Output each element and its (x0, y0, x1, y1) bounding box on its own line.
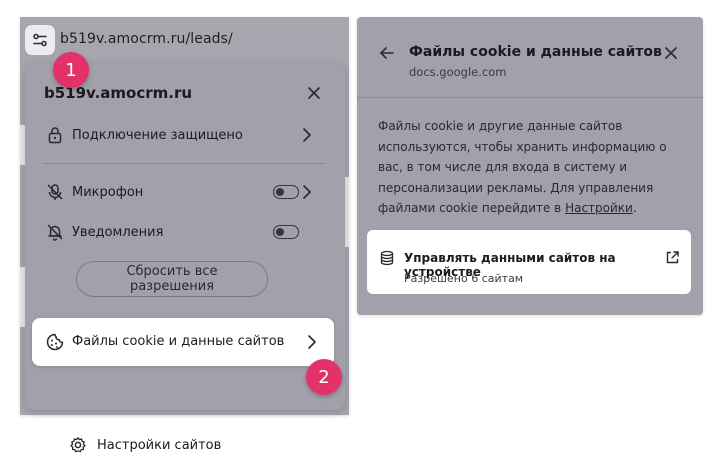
manage-site-data-subtitle: Разрешено 6 сайтам (404, 272, 524, 285)
close-icon[interactable] (306, 85, 322, 101)
chevron-right-icon (303, 128, 311, 142)
reset-permissions-button[interactable]: Сбросить все разрешения (76, 261, 268, 297)
external-link-icon (666, 251, 679, 264)
manage-site-data-card[interactable]: Управлять данными сайтов на устройстве Р… (367, 230, 691, 294)
cookies-row[interactable]: Файлы cookie и данные сайтов (32, 318, 334, 366)
microphone-toggle[interactable] (273, 185, 299, 199)
lock-icon (45, 125, 65, 145)
cookies-panel: Файлы cookie и данные сайтов docs.google… (357, 17, 703, 315)
divider (43, 163, 325, 164)
notifications-off-icon (45, 222, 65, 242)
close-icon[interactable] (664, 46, 678, 60)
address-bar-url[interactable]: b519v.amocrm.ru/leads/ (60, 31, 233, 47)
gear-icon (70, 437, 86, 453)
database-icon (380, 250, 394, 266)
cookie-icon (46, 333, 64, 351)
back-arrow-icon[interactable] (378, 44, 396, 62)
connection-secure-label: Подключение защищено (72, 127, 243, 143)
permission-row-microphone[interactable]: Микрофон (33, 170, 337, 214)
divider (357, 97, 703, 98)
cookies-label: Файлы cookie и данные сайтов (72, 334, 285, 349)
chevron-right-icon (303, 185, 311, 199)
cookies-panel-title: Файлы cookie и данные сайтов (409, 44, 662, 60)
cookies-panel-domain: docs.google.com (409, 65, 507, 79)
connection-secure-row[interactable]: Подключение защищено (33, 113, 337, 157)
description-end: . (632, 201, 637, 215)
notifications-toggle[interactable] (273, 225, 299, 239)
site-settings-label: Настройки сайтов (97, 438, 222, 453)
settings-link[interactable]: Настройки (565, 201, 633, 215)
permission-row-notifications[interactable]: Уведомления (33, 210, 337, 254)
cookies-description: Файлы cookie и другие данные сайтов испо… (378, 116, 694, 219)
site-settings-row[interactable]: Настройки сайтов (45, 431, 345, 461)
permission-label: Уведомления (72, 224, 164, 240)
permission-label: Микрофон (72, 184, 144, 200)
tune-icon (33, 33, 47, 47)
site-info-button[interactable] (25, 25, 55, 55)
chevron-right-icon (308, 335, 316, 349)
step-badge-1: 1 (53, 52, 89, 88)
microphone-off-icon (45, 182, 65, 202)
step-badge-2: 2 (306, 359, 342, 395)
